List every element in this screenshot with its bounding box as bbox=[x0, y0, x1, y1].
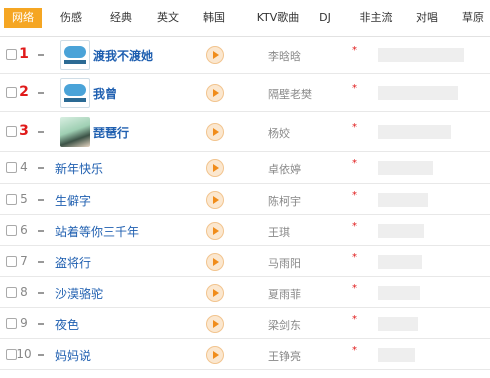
tab-sad[interactable]: 伤感 bbox=[54, 8, 88, 28]
logo-text-strip bbox=[64, 60, 86, 64]
popularity-star-icon: * bbox=[352, 158, 357, 169]
logo-mark bbox=[64, 84, 86, 96]
popularity-star-icon: * bbox=[352, 313, 357, 325]
popularity-star-icon: * bbox=[352, 83, 357, 94]
song-title[interactable]: 夜色 bbox=[55, 316, 79, 333]
rank-number: 3 bbox=[19, 123, 29, 139]
trend-dash bbox=[38, 260, 44, 263]
artist-name[interactable]: 隔壁老樊 bbox=[268, 86, 312, 102]
popularity-bar bbox=[378, 254, 422, 269]
tab-dj[interactable]: DJ bbox=[313, 8, 337, 28]
song-row[interactable]: 6 站着等你三千年 王琪 * bbox=[0, 215, 490, 246]
artist-name[interactable]: 王铮亮 bbox=[268, 348, 301, 364]
popularity-bar bbox=[378, 316, 418, 331]
tab-ktv[interactable]: KTV歌曲 bbox=[250, 8, 306, 28]
popularity-bar bbox=[378, 48, 464, 62]
play-icon[interactable] bbox=[206, 159, 224, 177]
popularity-bar bbox=[378, 223, 424, 238]
rank-number: 6 bbox=[20, 222, 28, 237]
song-title[interactable]: 我曾 bbox=[93, 85, 117, 102]
logo-text-strip bbox=[64, 98, 86, 102]
artist-name[interactable]: 梁剑东 bbox=[268, 317, 301, 333]
rank-number: 8 bbox=[20, 284, 28, 299]
song-row[interactable]: 9 夜色 梁剑东 * bbox=[0, 308, 490, 339]
popularity-star-icon: * bbox=[352, 122, 357, 133]
popularity-star-icon: * bbox=[352, 220, 357, 232]
tab-classic[interactable]: 经典 bbox=[104, 8, 138, 28]
artist-name[interactable]: 陈柯宇 bbox=[268, 193, 301, 209]
play-icon[interactable] bbox=[206, 345, 224, 364]
artist-name[interactable]: 王琪 bbox=[268, 224, 290, 240]
tab-network[interactable]: 网络 bbox=[4, 8, 42, 28]
popularity-star-icon: * bbox=[352, 251, 357, 263]
tab-english[interactable]: 英文 bbox=[151, 8, 185, 28]
popularity-star-icon: * bbox=[352, 45, 357, 56]
category-tabs: 网络 伤感 经典 英文 韩国 KTV歌曲 DJ 非主流 对唱 草原 bbox=[0, 0, 490, 37]
popularity-bar bbox=[378, 285, 420, 300]
play-icon[interactable] bbox=[206, 123, 224, 141]
365-logo-icon[interactable] bbox=[60, 78, 90, 108]
rank-number: 9 bbox=[20, 315, 28, 330]
song-row[interactable]: 7 盗将行 马雨阳 * bbox=[0, 246, 490, 277]
play-icon[interactable] bbox=[206, 84, 224, 102]
song-title[interactable]: 琵琶行 bbox=[93, 124, 129, 141]
song-row[interactable]: 5 生僻字 陈柯宇 * bbox=[0, 184, 490, 215]
popularity-bar bbox=[378, 86, 458, 100]
artist-name[interactable]: 夏雨菲 bbox=[268, 286, 301, 302]
play-icon[interactable] bbox=[206, 46, 224, 64]
popularity-bar bbox=[378, 161, 433, 175]
popularity-bar bbox=[378, 192, 428, 207]
play-icon[interactable] bbox=[206, 221, 224, 240]
song-title[interactable]: 新年快乐 bbox=[55, 160, 103, 177]
popularity-star-icon: * bbox=[352, 189, 357, 201]
logo-mark bbox=[64, 46, 86, 58]
rank-number: 2 bbox=[19, 84, 29, 100]
trend-dash bbox=[38, 167, 44, 169]
trend-dash bbox=[38, 198, 44, 201]
trend-dash bbox=[38, 291, 44, 294]
rank-number: 7 bbox=[20, 253, 28, 268]
trend-dash bbox=[38, 92, 44, 94]
song-title[interactable]: 生僻字 bbox=[55, 192, 91, 209]
play-icon[interactable] bbox=[206, 252, 224, 271]
play-icon[interactable] bbox=[206, 283, 224, 302]
song-row[interactable]: 8 沙漠骆驼 夏雨菲 * bbox=[0, 277, 490, 308]
play-icon[interactable] bbox=[206, 314, 224, 333]
popularity-bar bbox=[378, 125, 451, 139]
song-title[interactable]: 沙漠骆驼 bbox=[55, 285, 103, 302]
trend-dash bbox=[38, 131, 44, 133]
song-title[interactable]: 站着等你三千年 bbox=[55, 223, 139, 240]
artist-name[interactable]: 卓依婷 bbox=[268, 161, 301, 177]
trend-dash bbox=[38, 353, 44, 356]
365-logo-icon[interactable] bbox=[60, 40, 90, 70]
song-title[interactable]: 妈妈说 bbox=[55, 347, 91, 364]
trend-dash bbox=[38, 322, 44, 325]
tab-duet[interactable]: 对唱 bbox=[412, 8, 442, 28]
rank-number: 4 bbox=[20, 160, 28, 174]
artist-name[interactable]: 李晗晗 bbox=[268, 48, 301, 64]
artist-name[interactable]: 杨姣 bbox=[268, 125, 290, 141]
rank-number: 5 bbox=[20, 191, 28, 206]
popularity-star-icon: * bbox=[352, 344, 357, 356]
artist-name[interactable]: 马雨阳 bbox=[268, 255, 301, 271]
rank-number: 1 bbox=[19, 46, 29, 62]
play-icon[interactable] bbox=[206, 190, 224, 209]
song-row[interactable]: 4 新年快乐 卓依婷 * bbox=[0, 152, 490, 184]
song-title[interactable]: 盗将行 bbox=[55, 254, 91, 271]
tab-grassland[interactable]: 草原 bbox=[458, 8, 488, 28]
tab-non-mainstream[interactable]: 非主流 bbox=[354, 8, 398, 28]
song-row[interactable]: 1 渡我不渡她 李晗晗 * bbox=[0, 36, 490, 74]
song-row[interactable]: 2 我曾 隔壁老樊 * bbox=[0, 74, 490, 112]
trend-dash bbox=[38, 54, 44, 56]
song-row[interactable]: 10 妈妈说 王铮亮 * bbox=[0, 339, 490, 370]
tab-korean[interactable]: 韩国 bbox=[197, 8, 231, 28]
album-cover-photo[interactable] bbox=[60, 117, 90, 147]
song-row[interactable]: 3 琵琶行 杨姣 * bbox=[0, 112, 490, 152]
popularity-bar bbox=[378, 347, 415, 362]
song-title[interactable]: 渡我不渡她 bbox=[93, 47, 153, 64]
popularity-star-icon: * bbox=[352, 282, 357, 294]
rank-number: 10 bbox=[16, 346, 32, 361]
trend-dash bbox=[38, 229, 44, 232]
